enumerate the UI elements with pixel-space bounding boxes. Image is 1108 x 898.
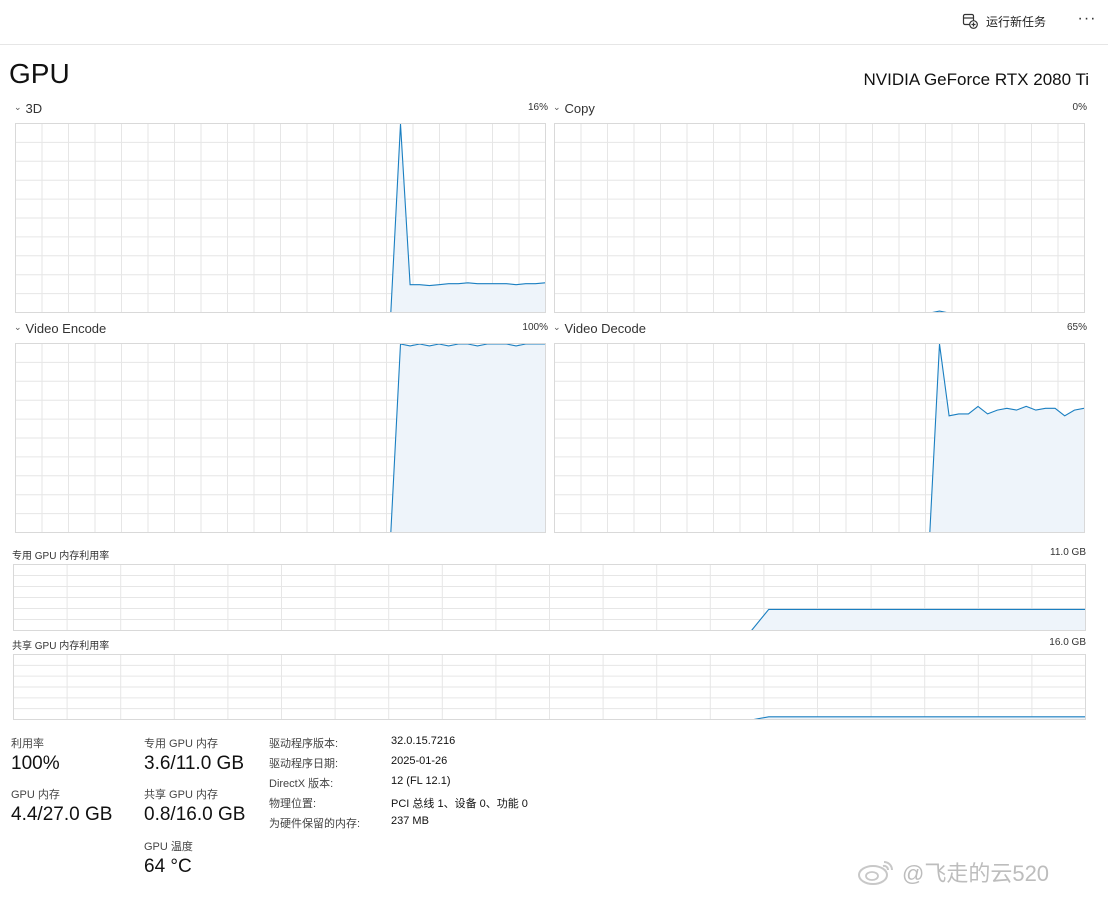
engine-percent: 0% — [1072, 102, 1087, 113]
chevron-down-icon: ⌄ — [553, 322, 561, 332]
shared-memory-graph — [13, 654, 1086, 720]
engine-copy-graph — [554, 123, 1085, 313]
engine-percent: 65% — [1066, 322, 1087, 333]
chevron-down-icon: ⌄ — [14, 102, 22, 112]
utilization-label: 利用率 — [11, 738, 44, 750]
shared-memory-value: 0.8/16.0 GB — [144, 804, 246, 825]
utilization-value: 100% — [11, 753, 60, 774]
page-title: GPU — [9, 58, 70, 89]
engine-video-decode-header[interactable]: ⌄ Video Decode — [553, 321, 646, 336]
command-bar: 运行新任务 ··· — [0, 0, 1108, 45]
physical-location-value: PCI 总线 1、设备 0、功能 0 — [391, 798, 528, 810]
shared-memory-label: 共享 GPU 内存 — [144, 789, 218, 801]
gpu-temperature-value: 64 °C — [144, 856, 192, 877]
series-area — [390, 344, 545, 533]
engine-percent: 100% — [522, 322, 548, 333]
watermark-text: @飞走的云520 — [902, 861, 1050, 886]
weibo-logo-icon — [858, 861, 893, 885]
hardware-reserved-memory-key: 为硬件保留的内存: — [269, 818, 361, 830]
gpu-temperature-label: GPU 温度 — [144, 841, 193, 853]
engine-label: Copy — [564, 101, 595, 116]
shared-memory-graph-max: 16.0 GB — [1049, 637, 1086, 648]
run-new-task-button[interactable]: 运行新任务 — [962, 10, 1046, 32]
engine-label: Video Decode — [564, 321, 646, 336]
driver-version-value: 32.0.15.7216 — [391, 735, 456, 747]
driver-date-value: 2025-01-26 — [391, 755, 448, 767]
physical-location-key: 物理位置: — [269, 798, 317, 810]
more-icon[interactable]: ··· — [1076, 8, 1098, 30]
engine-percent: 16% — [527, 102, 548, 113]
engine-copy-header[interactable]: ⌄ Copy — [553, 101, 595, 116]
engine-video-decode-graph — [554, 343, 1085, 533]
directx-version-key: DirectX 版本: — [269, 778, 334, 790]
series-area — [929, 344, 1084, 533]
chevron-down-icon: ⌄ — [553, 102, 561, 112]
engine-video-encode-graph — [15, 343, 546, 533]
gpu-memory-label: GPU 内存 — [11, 789, 60, 801]
driver-version-key: 驱动程序版本: — [269, 738, 339, 750]
driver-date-key: 驱动程序日期: — [269, 758, 339, 770]
engine-label: 3D — [25, 101, 43, 116]
directx-version-value: 12 (FL 12.1) — [391, 775, 451, 787]
run-task-icon — [962, 13, 978, 29]
watermark: @飞走的云520 — [856, 856, 1049, 888]
gpu-memory-value: 4.4/27.0 GB — [11, 804, 113, 825]
run-new-task-label: 运行新任务 — [986, 14, 1047, 29]
dedicated-memory-graph-label: 专用 GPU 内存利用率 — [12, 551, 110, 562]
series-area — [751, 609, 1085, 631]
grid — [13, 654, 1086, 720]
engine-video-encode-header[interactable]: ⌄ Video Encode — [14, 321, 106, 336]
dedicated-memory-graph — [13, 564, 1086, 631]
gpu-model-name: NVIDIA GeForce RTX 2080 Ti — [863, 70, 1090, 89]
dedicated-memory-graph-max: 11.0 GB — [1050, 547, 1086, 558]
hardware-reserved-memory-value: 237 MB — [391, 815, 429, 827]
engine-3d-graph — [15, 123, 546, 313]
chevron-down-icon: ⌄ — [14, 322, 22, 332]
grid — [554, 123, 1085, 313]
engine-3d-header[interactable]: ⌄ 3D — [14, 101, 42, 116]
engine-label: Video Encode — [25, 321, 107, 336]
dedicated-memory-value: 3.6/11.0 GB — [144, 753, 244, 774]
dedicated-memory-label: 专用 GPU 内存 — [144, 738, 218, 750]
shared-memory-graph-label: 共享 GPU 内存利用率 — [12, 641, 110, 652]
